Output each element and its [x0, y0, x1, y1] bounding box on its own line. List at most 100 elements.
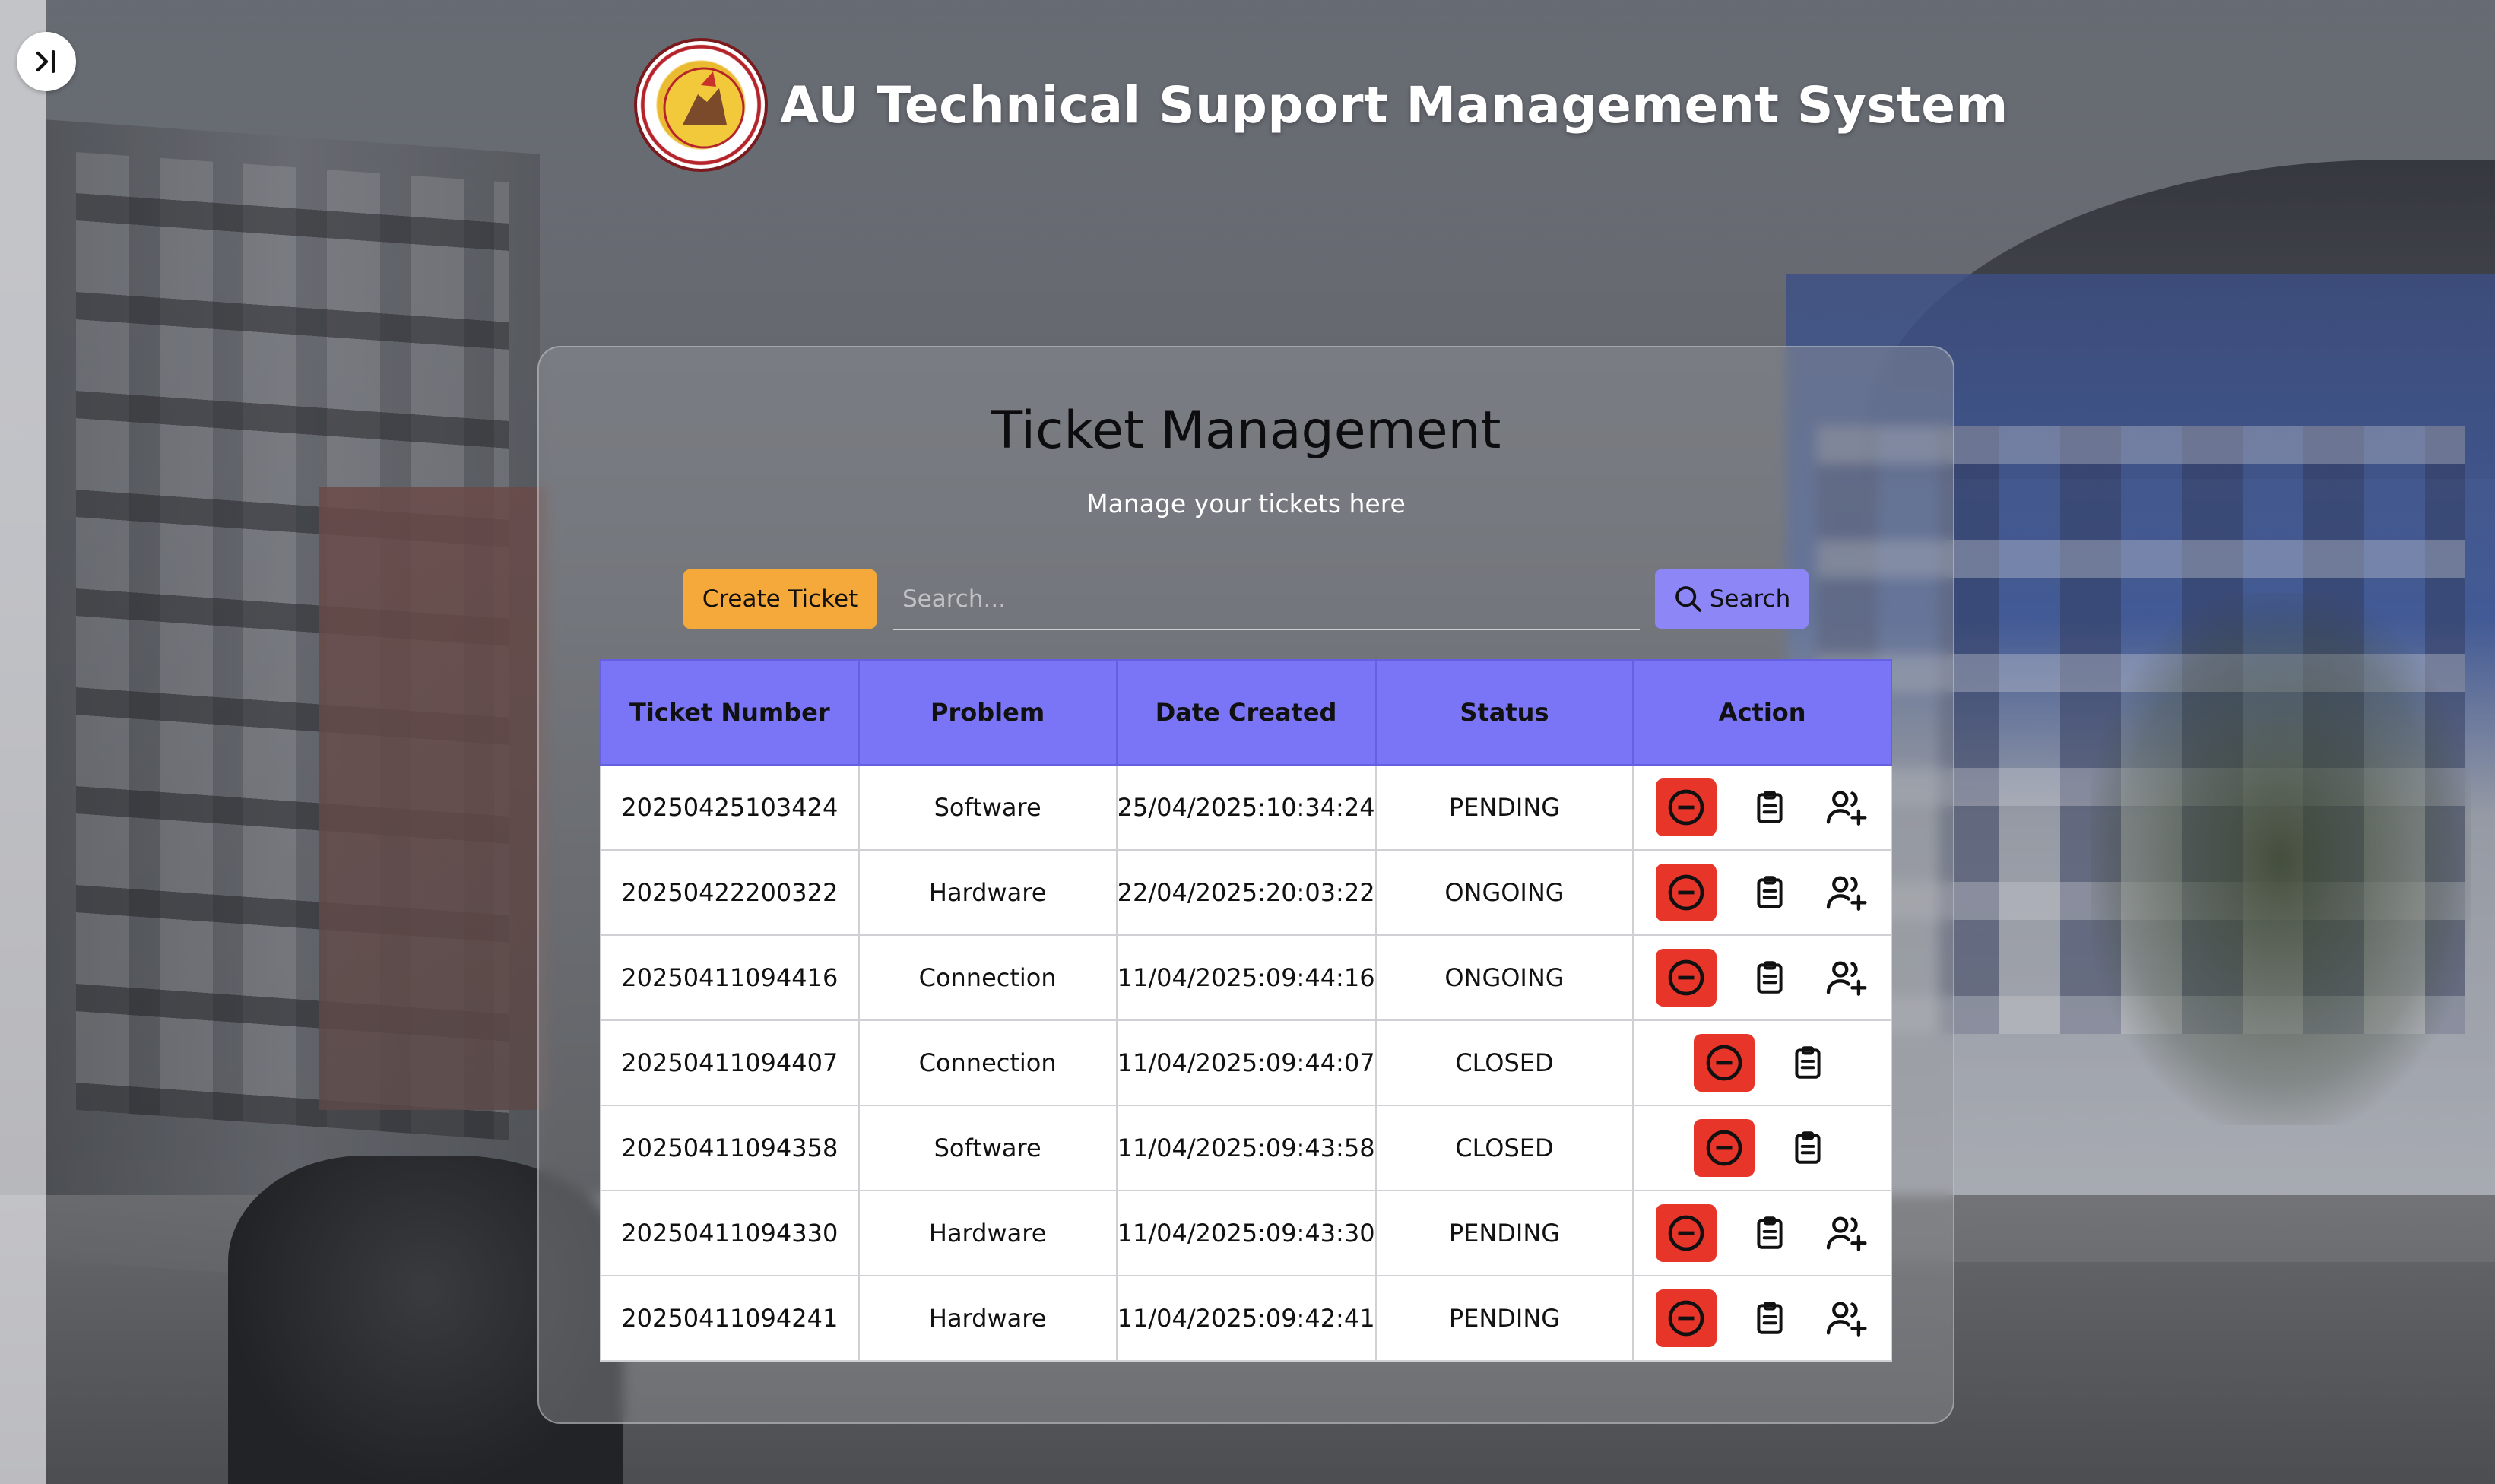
status-cell: PENDING [1374, 764, 1634, 851]
user-plus-icon [1827, 1216, 1867, 1251]
page-subtitle: Manage your tickets here [1086, 489, 1406, 518]
minus-circle-icon [1706, 1045, 1742, 1081]
table-row: 20250422200322 Hardware 22/04/2025:20:03:2… [600, 849, 1892, 936]
table-row: 20250411094358 Software 11/04/2025:09:43:5… [600, 1105, 1892, 1191]
action-cell [1632, 934, 1892, 1021]
table-row: 20250411094330 Hardware 11/04/2025:09:43:3… [600, 1190, 1892, 1276]
action-cell [1632, 849, 1892, 936]
delete-ticket-button[interactable] [1694, 1119, 1755, 1177]
delete-ticket-button[interactable] [1656, 864, 1717, 921]
action-cell [1632, 1275, 1892, 1362]
status-cell: CLOSED [1374, 1019, 1634, 1106]
view-ticket-button[interactable] [1747, 1210, 1793, 1256]
minus-circle-icon [1668, 1300, 1704, 1337]
table-row: 20250411094416 Connection 11/04/2025:09:44… [600, 934, 1892, 1021]
view-ticket-button[interactable] [1747, 870, 1793, 915]
row-actions [1634, 1204, 1891, 1262]
column-header-date-created: Date Created [1115, 659, 1377, 766]
ticket-number-cell: 20250411094358 [600, 1105, 860, 1191]
action-cell [1632, 1019, 1892, 1106]
row-actions [1634, 864, 1891, 921]
problem-cell: Connection [858, 1019, 1118, 1106]
search-icon [1675, 586, 1701, 612]
minus-circle-icon [1668, 1215, 1704, 1251]
minus-circle-icon [1668, 789, 1704, 826]
ticket-number-cell: 20250411094407 [600, 1019, 860, 1106]
minus-circle-icon [1668, 959, 1704, 996]
date-created-cell: 11/04/2025:09:44:07 [1115, 1019, 1377, 1106]
search-button[interactable]: Search [1655, 569, 1809, 629]
assign-user-button[interactable] [1823, 1295, 1869, 1341]
page-title: Ticket Management [991, 401, 1501, 461]
assign-user-button[interactable] [1823, 1210, 1869, 1256]
clipboard-icon [1757, 876, 1783, 908]
date-created-cell: 22/04/2025:20:03:22 [1115, 849, 1377, 936]
clipboard-icon [1757, 791, 1783, 823]
delete-ticket-button[interactable] [1656, 949, 1717, 1007]
ticket-number-cell: 20250411094416 [600, 934, 860, 1021]
column-header-status: Status [1374, 659, 1634, 766]
problem-cell: Hardware [858, 1275, 1118, 1362]
create-ticket-button[interactable]: Create Ticket [683, 569, 877, 629]
clipboard-icon [1795, 1046, 1821, 1079]
view-ticket-button[interactable] [1785, 1125, 1831, 1171]
search-button-label: Search [1709, 585, 1791, 613]
ticket-number-cell: 20250425103424 [600, 764, 860, 851]
table-row: 20250425103424 Software 25/04/2025:10:34:2… [600, 764, 1892, 851]
user-plus-icon [1827, 791, 1867, 826]
clipboard-icon [1757, 1216, 1783, 1249]
assign-user-button[interactable] [1823, 870, 1869, 915]
app-header: AU Technical Support Management System [634, 36, 2008, 173]
user-plus-icon [1827, 876, 1867, 911]
background-building-red [319, 487, 547, 1110]
ticket-number-cell: 20250422200322 [600, 849, 860, 936]
date-created-cell: 11/04/2025:09:44:16 [1115, 934, 1377, 1021]
action-cell [1632, 764, 1892, 851]
row-actions [1634, 1119, 1891, 1177]
search-input[interactable] [893, 569, 1640, 630]
table-row: 20250411094407 Connection 11/04/2025:09:44… [600, 1019, 1892, 1106]
row-actions [1634, 778, 1891, 836]
status-cell: PENDING [1374, 1275, 1634, 1362]
column-header-ticket-number: Ticket Number [600, 659, 860, 766]
background-tree [2091, 593, 2471, 1125]
user-plus-icon [1827, 961, 1867, 996]
row-actions [1634, 949, 1891, 1007]
collapsed-sidebar [0, 0, 46, 1484]
delete-ticket-button[interactable] [1656, 778, 1717, 836]
row-actions [1634, 1034, 1891, 1092]
problem-cell: Hardware [858, 1190, 1118, 1276]
status-cell: ONGOING [1374, 934, 1634, 1021]
table-row: 20250411094241 Hardware 11/04/2025:09:42:4… [600, 1275, 1892, 1362]
date-created-cell: 11/04/2025:09:42:41 [1115, 1275, 1377, 1362]
tickets-table: Ticket Number Problem Date Created Statu… [600, 659, 1892, 1362]
assign-user-button[interactable] [1823, 785, 1869, 830]
date-created-cell: 11/04/2025:09:43:30 [1115, 1190, 1377, 1276]
problem-cell: Software [858, 1105, 1118, 1191]
delete-ticket-button[interactable] [1656, 1204, 1717, 1262]
problem-cell: Software [858, 764, 1118, 851]
sidebar-expand-icon [36, 49, 55, 74]
delete-ticket-button[interactable] [1656, 1289, 1717, 1347]
action-cell [1632, 1105, 1892, 1191]
problem-cell: Connection [858, 934, 1118, 1021]
problem-cell: Hardware [858, 849, 1118, 936]
column-header-problem: Problem [858, 659, 1118, 766]
user-plus-icon [1827, 1302, 1867, 1337]
ticket-number-cell: 20250411094241 [600, 1275, 860, 1362]
date-created-cell: 11/04/2025:09:43:58 [1115, 1105, 1377, 1191]
minus-circle-icon [1668, 874, 1704, 911]
action-cell [1632, 1190, 1892, 1276]
row-actions [1634, 1289, 1891, 1347]
view-ticket-button[interactable] [1785, 1040, 1831, 1086]
date-created-cell: 25/04/2025:10:34:24 [1115, 764, 1377, 851]
view-ticket-button[interactable] [1747, 955, 1793, 1000]
view-ticket-button[interactable] [1747, 785, 1793, 830]
app-title: AU Technical Support Management System [780, 75, 2008, 135]
view-ticket-button[interactable] [1747, 1295, 1793, 1341]
assign-user-button[interactable] [1823, 955, 1869, 1000]
delete-ticket-button[interactable] [1694, 1034, 1755, 1092]
sidebar-toggle-button[interactable] [17, 32, 76, 91]
tickets-table-body: 20250425103424 Software 25/04/2025:10:34:2… [600, 764, 1892, 1362]
ticket-management-card: Ticket Management Manage your tickets he… [537, 346, 1954, 1424]
